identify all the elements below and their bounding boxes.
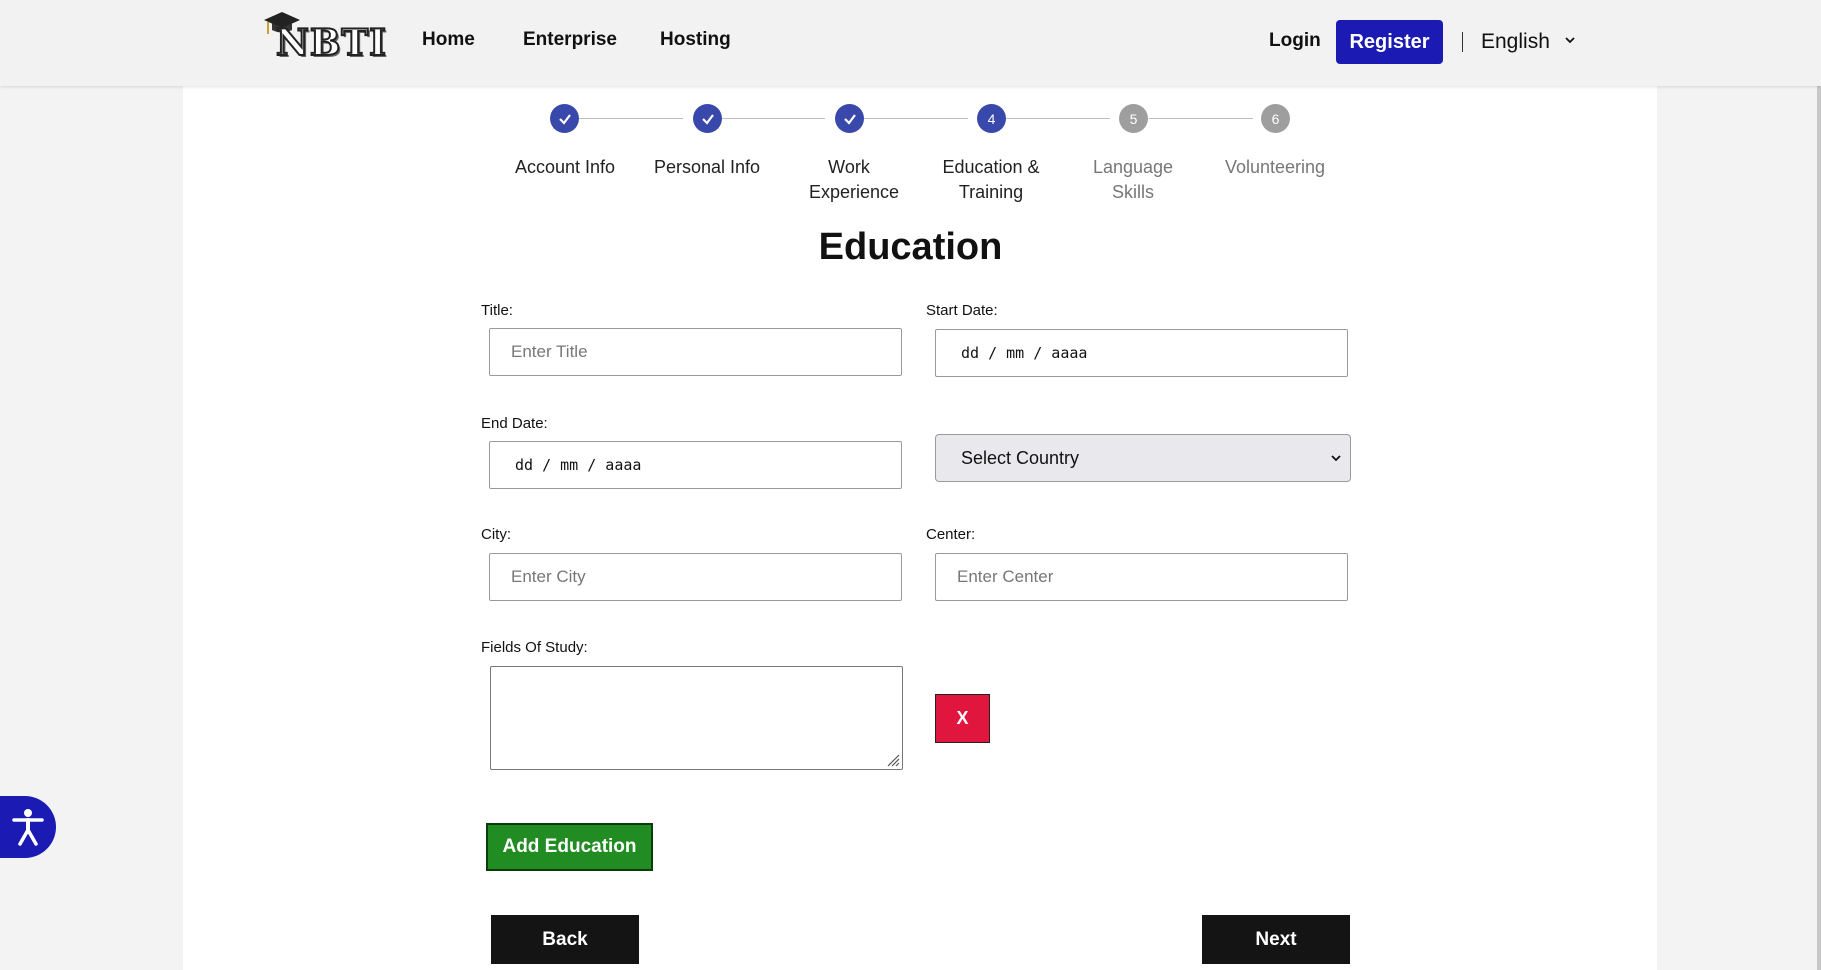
start-date-label: Start Date:: [926, 302, 998, 319]
center-label: Center:: [926, 526, 976, 543]
step-connector: [1149, 118, 1253, 119]
chevron-down-icon: [1331, 455, 1341, 462]
top-navbar: NBTI Home Enterprise Hosting Login Regis…: [0, 0, 1821, 86]
add-education-button[interactable]: Add Education: [486, 823, 653, 871]
title-input[interactable]: [489, 328, 902, 376]
nbti-logo[interactable]: NBTI: [262, 10, 387, 65]
login-link[interactable]: Login: [1269, 30, 1321, 52]
start-date-input[interactable]: dd / mm / aaaa: [935, 329, 1348, 377]
step-connector: [864, 118, 968, 119]
title-label: Title:: [481, 302, 513, 319]
step-6-circle: 6: [1261, 104, 1290, 133]
step-2-label: Personal Info: [653, 157, 761, 177]
register-button[interactable]: Register: [1336, 20, 1443, 64]
step-connector: [722, 118, 825, 119]
next-button[interactable]: Next: [1202, 915, 1350, 964]
country-select[interactable]: Select Country: [935, 434, 1351, 482]
resize-handle-icon[interactable]: [884, 751, 900, 767]
step-4-label: Education & Training: [942, 157, 1040, 202]
language-selector[interactable]: English: [1481, 30, 1550, 54]
accessibility-icon: [12, 809, 44, 846]
chevron-down-icon[interactable]: [1563, 33, 1577, 47]
step-1-check-icon: [550, 104, 579, 133]
city-input[interactable]: [489, 553, 902, 601]
main-panel: [183, 86, 1657, 970]
language-divider: [1462, 32, 1463, 52]
nav-home[interactable]: Home: [422, 29, 475, 51]
center-input[interactable]: [935, 553, 1348, 601]
step-connector: [579, 118, 683, 119]
city-label: City:: [481, 526, 511, 543]
end-date-input[interactable]: dd / mm / aaaa: [489, 441, 902, 489]
fields-of-study-label: Fields Of Study:: [481, 639, 588, 656]
step-6-label: Volunteering: [1224, 157, 1326, 177]
step-3-check-icon: [835, 104, 864, 133]
step-1-label: Account Info: [514, 157, 616, 177]
step-5-circle: 5: [1119, 104, 1148, 133]
back-button[interactable]: Back: [491, 915, 639, 964]
nav-hosting[interactable]: Hosting: [660, 29, 731, 51]
remove-education-button[interactable]: X: [935, 694, 990, 743]
fields-of-study-textarea[interactable]: [490, 666, 903, 770]
step-3-label: Work Experience: [809, 157, 900, 202]
end-date-label: End Date:: [481, 415, 548, 432]
country-select-value: Select Country: [961, 448, 1080, 468]
step-connector: [1006, 118, 1110, 119]
nav-enterprise[interactable]: Enterprise: [523, 29, 617, 51]
step-4-circle: 4: [977, 104, 1006, 133]
step-2-check-icon: [693, 104, 722, 133]
section-title: Education: [818, 226, 1003, 268]
accessibility-button[interactable]: [0, 796, 56, 858]
step-5-label: Language Skills: [1092, 157, 1174, 202]
logo-text: NBTI: [275, 21, 387, 65]
page-scrollbar[interactable]: [1817, 0, 1821, 970]
